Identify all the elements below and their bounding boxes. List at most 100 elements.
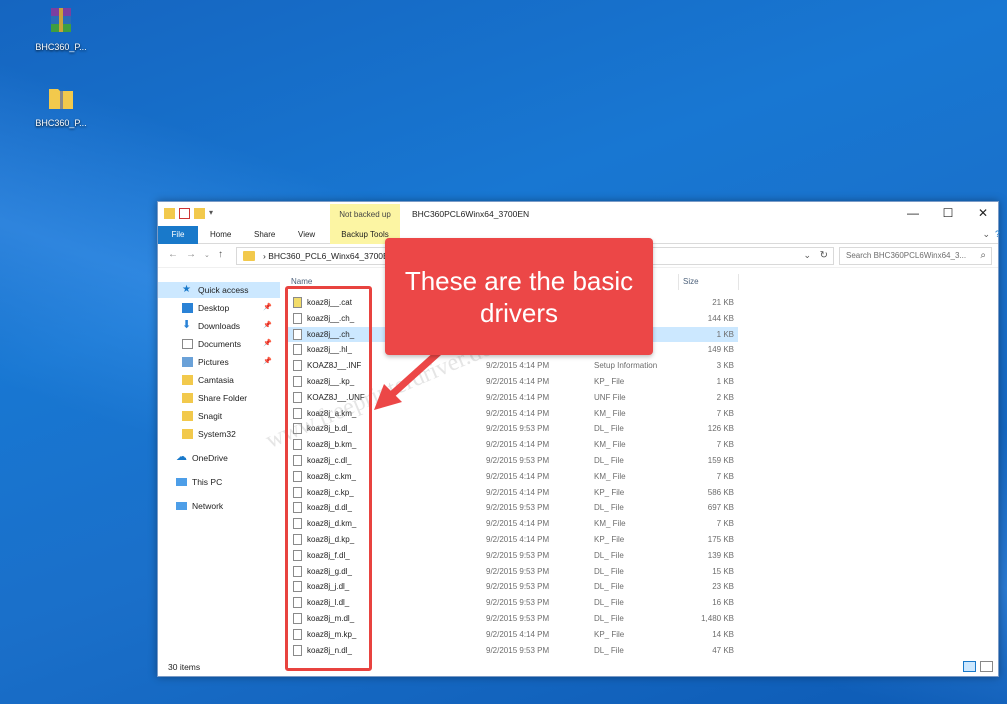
- file-type: DL_ File: [594, 566, 624, 576]
- file-date: 9/2/2015 4:14 PM: [486, 487, 550, 497]
- minimize-button[interactable]: —: [906, 206, 920, 220]
- file-date: 9/2/2015 9:53 PM: [486, 503, 550, 513]
- nav-item-snagit[interactable]: Snagit: [158, 408, 280, 424]
- file-size: 149 KB: [707, 345, 734, 355]
- title-bar: ▾ Not backed up BHC360PCL6Winx64_3700EN …: [158, 202, 998, 226]
- nav-item-label: System32: [198, 429, 236, 439]
- nav-item-camtasia[interactable]: Camtasia: [158, 372, 280, 388]
- nav-item-this-pc[interactable]: This PC: [158, 474, 280, 490]
- nav-item-quick-access[interactable]: ★ Quick access: [158, 282, 280, 298]
- file-date: 9/2/2015 4:14 PM: [486, 440, 550, 450]
- download-arrow-icon: ⬇: [182, 319, 192, 331]
- cloud-icon: ☁: [176, 451, 187, 463]
- file-size: 697 KB: [707, 503, 734, 513]
- file-size: 159 KB: [707, 456, 734, 465]
- folder-icon: [182, 393, 193, 403]
- file-date: 9/2/2015 4:14 PM: [486, 535, 550, 544]
- folder-icon: [182, 375, 193, 385]
- back-arrow-icon[interactable]: ←: [168, 249, 178, 260]
- tab-share[interactable]: Share: [244, 226, 285, 244]
- file-type: KP_ File: [594, 629, 625, 639]
- file-type: DL_ File: [594, 645, 624, 655]
- file-date: 9/2/2015 4:14 PM: [486, 471, 550, 481]
- desktop-icon-winrar[interactable]: BHC360_P...: [26, 6, 96, 52]
- column-separator[interactable]: [738, 274, 739, 290]
- file-type: DL_ File: [594, 598, 624, 608]
- column-header-size[interactable]: Size: [683, 274, 699, 290]
- file-size: 1,480 KB: [701, 614, 734, 623]
- file-size: 586 KB: [707, 487, 734, 497]
- search-icon: ⌕: [980, 250, 986, 261]
- expand-ribbon-icon[interactable]: ⌄: [982, 229, 990, 240]
- file-type: KP_ File: [594, 377, 625, 386]
- file-size: 126 KB: [707, 424, 734, 434]
- search-box[interactable]: Search BHC360PCL6Winx64_3... ⌕: [839, 247, 992, 265]
- context-tab-label: Not backed up: [330, 204, 400, 226]
- file-type: DL_ File: [594, 456, 624, 465]
- desktop-icon-folder[interactable]: BHC360_P...: [26, 82, 96, 128]
- star-icon: ★: [182, 284, 191, 295]
- nav-item-system32[interactable]: System32: [158, 426, 280, 442]
- network-icon: [176, 502, 187, 510]
- desktop-icon-label: BHC360_P...: [35, 42, 87, 52]
- file-type: Setup Information: [594, 361, 658, 371]
- recent-locations-icon[interactable]: ⌄: [204, 251, 210, 259]
- pin-icon[interactable]: 📌: [263, 336, 272, 352]
- refresh-icon[interactable]: ↻: [820, 250, 828, 261]
- nav-item-label: Downloads: [198, 321, 241, 331]
- file-date: 9/2/2015 9:53 PM: [486, 550, 550, 560]
- tab-home[interactable]: Home: [200, 226, 241, 244]
- nav-item-label: Share Folder: [198, 393, 248, 403]
- nav-item-label: Pictures: [198, 357, 229, 367]
- column-separator[interactable]: [678, 274, 679, 290]
- nav-item-onedrive[interactable]: ☁ OneDrive: [158, 450, 280, 466]
- folder-icon: [182, 429, 193, 439]
- file-type: DL_ File: [594, 582, 624, 592]
- file-date: 9/2/2015 9:53 PM: [486, 424, 550, 434]
- nav-item-pictures[interactable]: Pictures 📌: [158, 354, 280, 370]
- navigation-pane: ★ Quick access Desktop 📌 ⬇ Downloads 📌 D…: [158, 274, 280, 662]
- file-date: 9/2/2015 9:53 PM: [486, 456, 550, 465]
- file-type: DL_ File: [594, 550, 624, 560]
- folder-icon[interactable]: [164, 208, 175, 219]
- nav-item-network[interactable]: Network: [158, 498, 280, 514]
- nav-item-documents[interactable]: Documents 📌: [158, 336, 280, 352]
- nav-item-label: Documents: [198, 339, 241, 349]
- file-type: DL_ File: [594, 503, 624, 513]
- file-type: KP_ File: [594, 487, 625, 497]
- help-icon[interactable]: ?: [995, 229, 1000, 239]
- file-size: 7 KB: [716, 440, 734, 450]
- pin-icon[interactable]: 📌: [263, 300, 272, 316]
- close-button[interactable]: ✕: [976, 206, 990, 220]
- maximize-button[interactable]: ☐: [941, 206, 955, 220]
- file-date: 9/2/2015 9:53 PM: [486, 598, 550, 608]
- desktop-icon-label: BHC360_P...: [35, 118, 87, 128]
- callout-box: These are the basic drivers: [385, 238, 653, 355]
- tab-file[interactable]: File: [158, 226, 198, 244]
- file-date: 9/2/2015 9:53 PM: [486, 614, 550, 623]
- chevron-down-icon[interactable]: ▾: [209, 208, 217, 219]
- up-arrow-icon[interactable]: ↑: [218, 249, 223, 260]
- nav-item-share-folder[interactable]: Share Folder: [158, 390, 280, 406]
- tab-view[interactable]: View: [288, 226, 325, 244]
- nav-item-label: This PC: [192, 477, 223, 487]
- file-date: 9/2/2015 4:14 PM: [486, 519, 550, 529]
- file-date: 9/2/2015 4:14 PM: [486, 377, 550, 386]
- search-input[interactable]: Search BHC360PCL6Winx64_3...: [846, 251, 971, 260]
- address-dropdown-icon[interactable]: ⌄: [803, 250, 811, 261]
- file-size: 23 KB: [712, 582, 734, 592]
- properties-icon[interactable]: [179, 208, 190, 219]
- nav-item-label: Quick access: [198, 285, 249, 295]
- pin-icon[interactable]: 📌: [263, 318, 272, 334]
- new-folder-icon[interactable]: [194, 208, 205, 219]
- nav-item-desktop[interactable]: Desktop 📌: [158, 300, 280, 316]
- large-icons-view-icon[interactable]: [980, 661, 993, 672]
- forward-arrow-icon[interactable]: →: [186, 249, 196, 260]
- nav-item-downloads[interactable]: ⬇ Downloads 📌: [158, 318, 280, 334]
- details-view-icon[interactable]: [963, 661, 976, 672]
- file-type: KP_ File: [594, 535, 625, 544]
- pin-icon[interactable]: 📌: [263, 354, 272, 370]
- file-type: KM_ File: [594, 440, 626, 450]
- address-text: BHC360_PCL6_Winx64_3700EN: [268, 251, 395, 261]
- desktop-icon: [182, 303, 193, 313]
